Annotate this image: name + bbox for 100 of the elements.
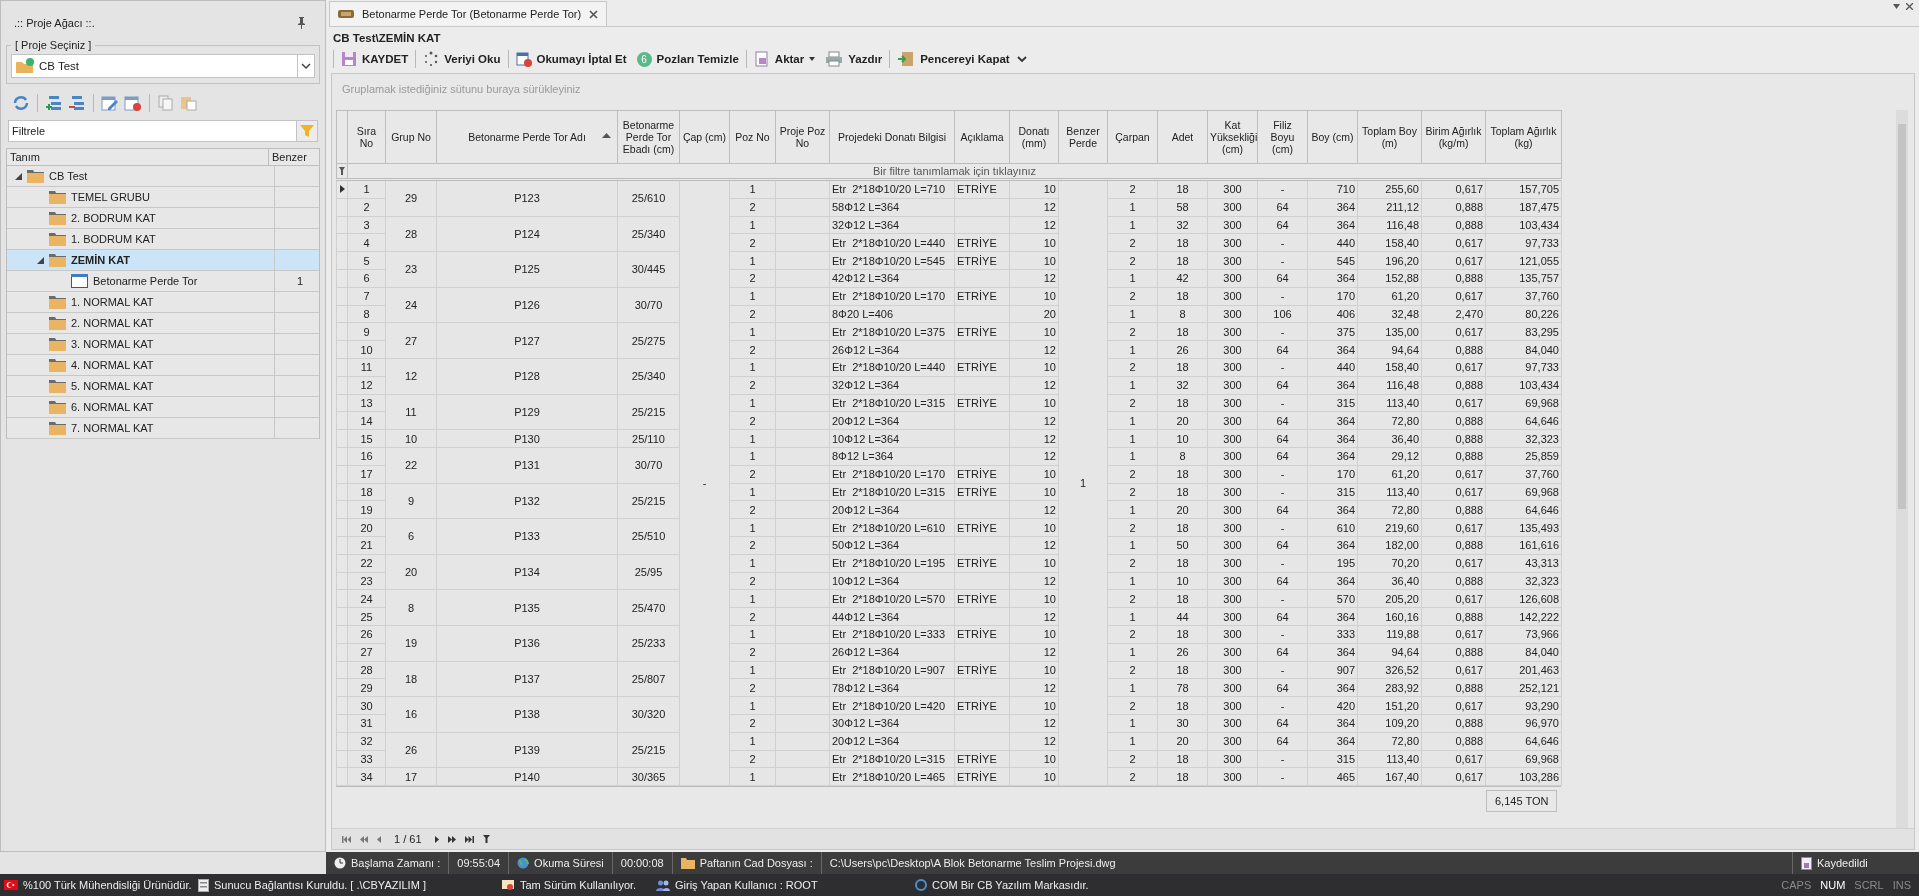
project-dropdown[interactable]: CB Test <box>11 54 315 78</box>
column-header[interactable]: Açıklama <box>954 110 1010 164</box>
column-header[interactable]: Boy (cm) <box>1307 110 1358 164</box>
printer-icon <box>825 51 844 67</box>
table-cell: 25/215 <box>617 394 680 430</box>
next-page-icon[interactable] <box>447 835 456 843</box>
table-cell: 9 <box>385 483 437 519</box>
pin-icon[interactable] <box>297 17 306 29</box>
previous-icon[interactable] <box>377 835 381 843</box>
edit-icon[interactable] <box>101 95 119 111</box>
column-header[interactable]: Sıra No <box>347 110 386 164</box>
expander-icon[interactable] <box>15 172 22 180</box>
column-header[interactable]: Donatı (mm) <box>1009 110 1059 164</box>
folder-icon <box>49 295 66 309</box>
column-header[interactable]: Adet <box>1157 110 1208 164</box>
caret-icon[interactable] <box>1893 4 1900 9</box>
column-header[interactable]: Grup No <box>385 110 437 164</box>
next-icon[interactable] <box>434 835 439 843</box>
column-header[interactable]: Benzer <box>269 149 319 165</box>
export-button[interactable]: Aktar <box>750 49 819 69</box>
column-header[interactable]: Çap (cm) <box>679 110 730 164</box>
table-cell: 29 <box>385 179 437 217</box>
chevron-icon[interactable] <box>1016 55 1027 63</box>
delete-icon[interactable] <box>124 95 142 111</box>
table-cell: 28 <box>385 216 437 252</box>
table-cell: 25/215 <box>617 732 680 768</box>
tree-item[interactable]: 4. NORMAL KAT <box>7 355 319 376</box>
document-tab[interactable]: Betonarme Perde Tor (Betonarme Perde Tor) <box>329 1 608 26</box>
folder-icon <box>49 358 66 372</box>
first-page-icon[interactable] <box>342 835 351 843</box>
tree-item[interactable]: 2. BODRUM KAT <box>7 208 319 229</box>
add-node-icon[interactable] <box>45 95 63 111</box>
tree-item[interactable]: 5. NORMAL KAT <box>7 376 319 397</box>
close-icon[interactable] <box>589 9 599 19</box>
table-cell: 25/340 <box>617 216 680 252</box>
close-icon[interactable] <box>1906 3 1913 10</box>
table-cell: 30/445 <box>617 251 680 288</box>
document-icon <box>198 878 209 892</box>
tree-item[interactable]: 3. NORMAL KAT <box>7 334 319 355</box>
status-label: Paftanın Cad Dosyası : <box>699 857 813 869</box>
table-cell: 1 <box>1058 179 1108 786</box>
table-cell: ETRİYE <box>957 770 997 783</box>
column-header[interactable]: Filiz Boyu (cm) <box>1257 110 1308 164</box>
save-button[interactable]: KAYDET <box>338 49 412 69</box>
table-cell: 710 <box>1307 179 1358 199</box>
folder-icon <box>15 58 35 74</box>
column-header[interactable]: Benzer Perde <box>1058 110 1108 164</box>
paste-icon[interactable] <box>180 95 198 111</box>
read-button[interactable]: Veriyi Oku <box>420 49 504 69</box>
expander-icon[interactable] <box>37 256 44 264</box>
tree-item[interactable]: 1. BODRUM KAT <box>7 229 319 250</box>
column-header[interactable]: Birim Ağırlık (kg/m) <box>1421 110 1486 164</box>
table-cell: 25/233 <box>617 625 680 661</box>
table-cell: ETRİYE <box>957 628 997 641</box>
badge-button[interactable]: 6 Pozları Temizle <box>633 49 742 69</box>
vertical-scrollbar[interactable] <box>1896 110 1908 828</box>
refresh-icon[interactable] <box>12 95 30 111</box>
folder-icon <box>49 211 66 225</box>
column-header[interactable]: Kat Yüksekliği (cm) <box>1207 110 1258 164</box>
tree-item[interactable]: 2. NORMAL KAT <box>7 313 319 334</box>
table-cell: P137 <box>436 661 618 697</box>
cancel-button[interactable]: Okumayı İptal Et <box>512 49 630 69</box>
column-header[interactable]: Betonarme Perde Tor Ebadı (cm) <box>617 110 680 164</box>
tree-item[interactable]: 1. NORMAL KAT <box>7 292 319 313</box>
globe-icon <box>517 857 530 869</box>
filter-field[interactable]: Filtrele <box>8 120 296 142</box>
column-header[interactable]: Projedeki Donatı Bilgisi <box>829 110 955 164</box>
tree-item[interactable]: 7. NORMAL KAT <box>7 418 319 439</box>
column-header[interactable]: Toplam Ağırlık (kg) <box>1485 110 1562 164</box>
print-button[interactable]: Yazdır <box>822 49 886 69</box>
tree-item[interactable]: ZEMİN KAT <box>7 250 319 271</box>
table-cell: 6 <box>385 518 437 555</box>
table-cell: ETRİYE <box>957 290 997 303</box>
column-header[interactable]: Betonarme Perde Tor Adı <box>436 110 618 164</box>
table-cell: 10 <box>1009 179 1059 199</box>
export-icon <box>753 51 770 67</box>
column-header[interactable]: Proje Poz No <box>775 110 830 164</box>
filter-icon[interactable] <box>482 835 490 843</box>
status-label: Başlama Zamanı : <box>351 857 441 869</box>
remove-node-icon[interactable] <box>68 95 86 111</box>
column-header[interactable]: Toplam Boy (m) <box>1357 110 1422 164</box>
tree-item[interactable]: TEMEL GRUBU <box>7 187 319 208</box>
users-icon <box>656 879 670 891</box>
tree-item[interactable]: CB Test <box>7 166 319 187</box>
previous-page-icon[interactable] <box>360 835 368 843</box>
column-header[interactable]: Poz No <box>729 110 776 164</box>
row-indicator[interactable] <box>336 179 348 199</box>
copy-icon[interactable] <box>157 95 175 111</box>
calendar-cancel-icon <box>515 51 532 67</box>
folder-icon <box>49 253 66 267</box>
flag-icon <box>4 880 18 890</box>
column-header[interactable]: Tanım <box>7 149 269 165</box>
tree-item[interactable]: Betonarme Perde Tor 1 <box>7 271 319 292</box>
column-header[interactable]: Çarpan <box>1107 110 1158 164</box>
folder-icon <box>49 232 66 246</box>
last-page-icon[interactable] <box>464 835 474 843</box>
table-cell: 2 <box>1107 179 1158 199</box>
tree-item[interactable]: 6. NORMAL KAT <box>7 397 319 418</box>
funnel-icon[interactable] <box>300 124 314 138</box>
exit-button[interactable]: Pencereyi Kapat <box>894 49 1013 69</box>
